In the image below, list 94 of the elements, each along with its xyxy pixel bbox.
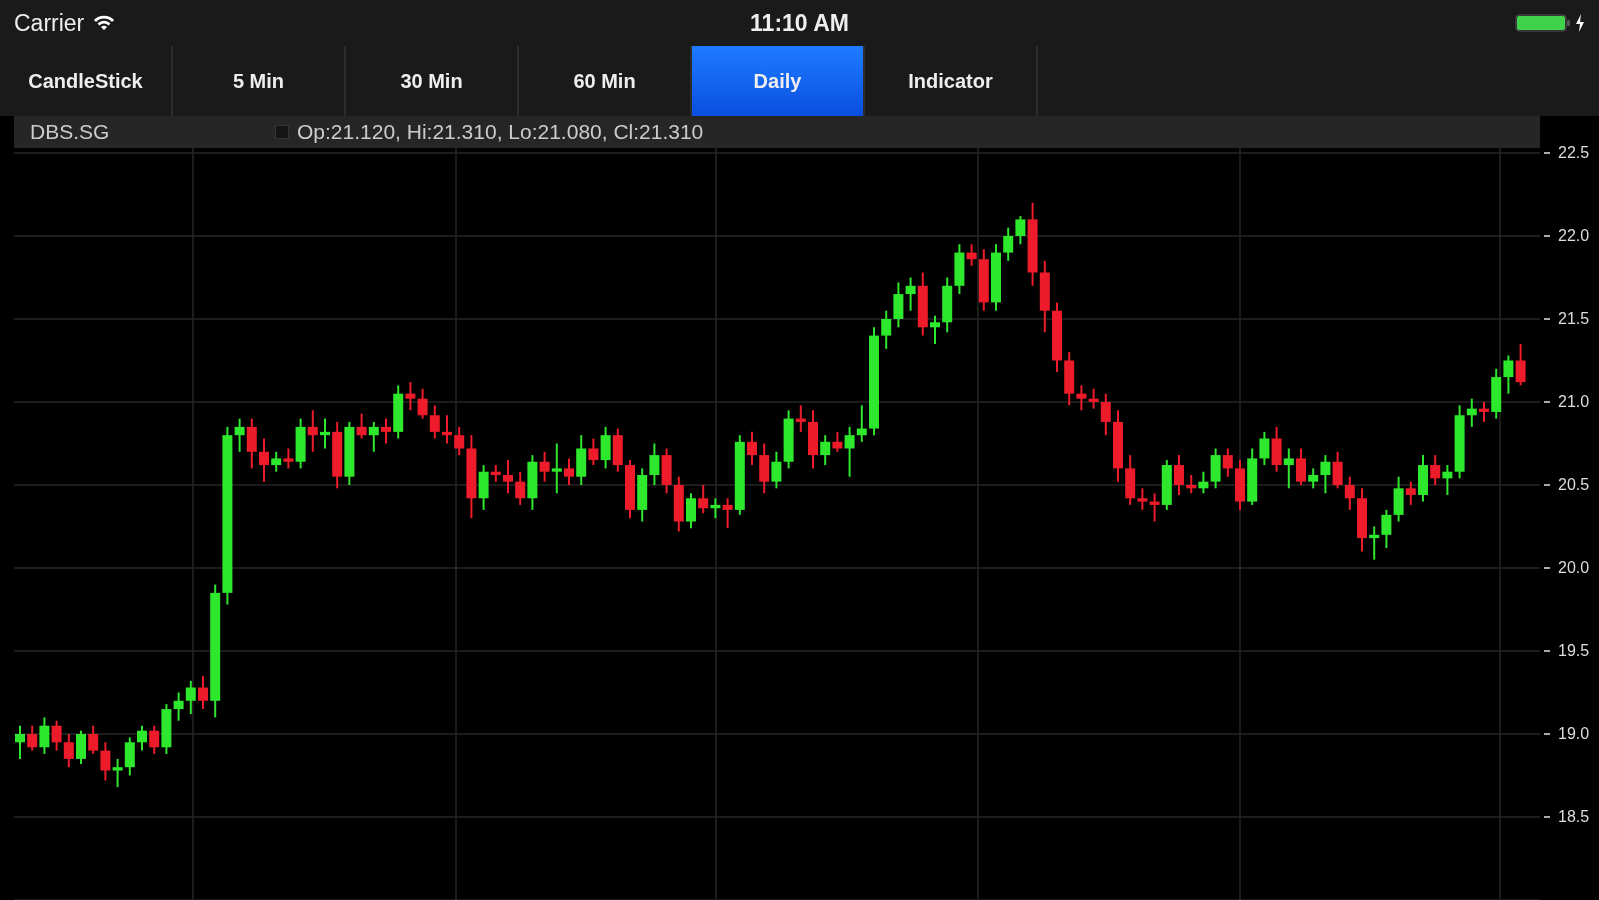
candlestick [1479,400,1489,423]
candlestick [454,425,465,457]
axis-label: 22.5 [1558,143,1590,162]
charging-bolt-icon [1575,14,1585,32]
candlestick [588,437,599,467]
candlestick [51,719,62,752]
axis-label: 20.5 [1558,476,1590,494]
candlestick [137,724,147,752]
carrier-name: Carrier [14,9,85,37]
candlestick [1466,397,1477,428]
candlestick [88,724,99,755]
candlestick [1381,508,1392,550]
candlestick [1308,467,1319,490]
candlestick [1076,384,1087,412]
candlestick [905,276,916,312]
candlestick [844,425,855,478]
symbol-label: DBS.SG [30,120,111,144]
candlestick [722,497,733,530]
candlestick [795,404,806,433]
candlestick [649,442,660,486]
candlestick [417,387,428,420]
candlestick [173,691,184,722]
candlestick [747,430,757,467]
status-time: 11:10 AM [750,9,849,37]
candlestick [259,437,269,483]
candlestick [442,414,452,445]
candlestick [1515,342,1526,387]
candlestick [1283,447,1294,490]
candlestick [1198,470,1209,495]
candlestick [1137,487,1148,511]
axis-label: 22.0 [1558,226,1590,245]
candlestick [710,497,721,520]
candlestick [771,450,782,490]
candlestick [1100,392,1111,437]
candlestick [832,430,843,453]
candlestick [698,483,709,515]
candlestick [149,724,160,755]
candlestick [27,724,38,752]
candlestick [551,442,562,495]
candlestick [1296,447,1306,486]
candlestick [539,450,550,483]
candlestick [307,409,318,453]
candlestick [112,757,123,789]
candlestick [100,741,111,782]
candlestick [930,314,940,345]
candlestick [856,404,867,443]
candlestick [564,457,574,486]
candlestick [1344,475,1355,511]
axis-label: 21.0 [1558,393,1590,411]
ohlc-readout: Op:21.120, Hi:21.310, Lo:21.080, Cl:21.310 [297,120,704,144]
candlestick [1320,454,1331,495]
axis-label: 20.0 [1558,559,1590,577]
candlestick [283,447,294,470]
battery-icon [1515,13,1571,33]
candlestick [686,492,696,530]
candlestick [1405,480,1416,506]
candlestick [63,733,74,769]
candlestick [15,724,25,760]
candlestick [271,450,282,473]
candlestick [1503,354,1514,395]
candlestick [881,309,892,350]
wifi-icon [92,14,117,32]
candlestick [1222,447,1233,478]
candlestick [820,434,831,467]
candlestick [320,417,330,450]
axis-label: 18.5 [1558,808,1590,826]
candlestick [429,404,440,440]
tab[interactable]: Daily [692,46,865,116]
candlestick [1442,464,1453,496]
candlestick [1430,454,1441,486]
axis-label: 19.0 [1558,725,1590,743]
candlestick [381,417,391,445]
candlestick [1015,215,1026,246]
candlestick [405,381,416,412]
candlestick [1332,450,1343,490]
candlestick [1149,492,1160,523]
axis-label: 19.5 [1558,642,1590,660]
candlestick [1088,387,1099,410]
candlestick [234,417,245,453]
candlestick [1174,454,1184,496]
candlestick [1259,430,1270,467]
candlestick [1003,226,1014,262]
candlestick [39,716,50,755]
axis-label: 21.5 [1558,310,1590,328]
candlestick [356,412,367,440]
candlestick [198,674,208,711]
candlestick [515,470,526,506]
candlestick [966,243,977,267]
legend-square-icon [275,125,289,139]
candlestick [368,420,379,453]
candlestick [503,459,513,495]
candlestick [1186,474,1197,495]
candlestick [1369,525,1380,561]
candlestick [185,679,196,716]
